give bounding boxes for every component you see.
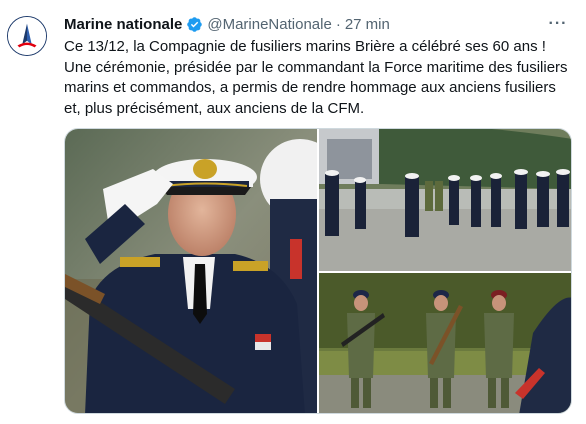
author-name[interactable]: Marine nationale [64,16,182,33]
separator-dot: · [335,15,341,33]
tweet-text-line: Ce 13/12, la Compagnie de fusiliers mari… [64,38,546,55]
marine-nationale-logo [8,17,46,55]
verified-badge-icon [186,16,203,33]
photo-officer-saluting[interactable] [65,129,317,413]
tweet-text-line: Une cérémonie, présidée par le commandan… [64,58,568,117]
tweet-text: Ce 13/12, la Compagnie de fusiliers mari… [64,37,576,119]
tweet-timestamp[interactable]: 27 min [345,16,390,33]
author-handle[interactable]: @MarineNationale [207,16,331,33]
tweet-header: Marine nationale @MarineNationale · 27 m… [64,14,576,34]
photo-soldiers-camouflage[interactable] [319,273,571,413]
tweet-media-grid [64,128,572,414]
photo-parade-formation[interactable] [319,129,571,271]
author-avatar[interactable] [7,16,47,56]
tweet-card[interactable]: Marine nationale @MarineNationale · 27 m… [0,0,586,424]
more-horizontal-icon[interactable]: ··· [548,14,568,34]
